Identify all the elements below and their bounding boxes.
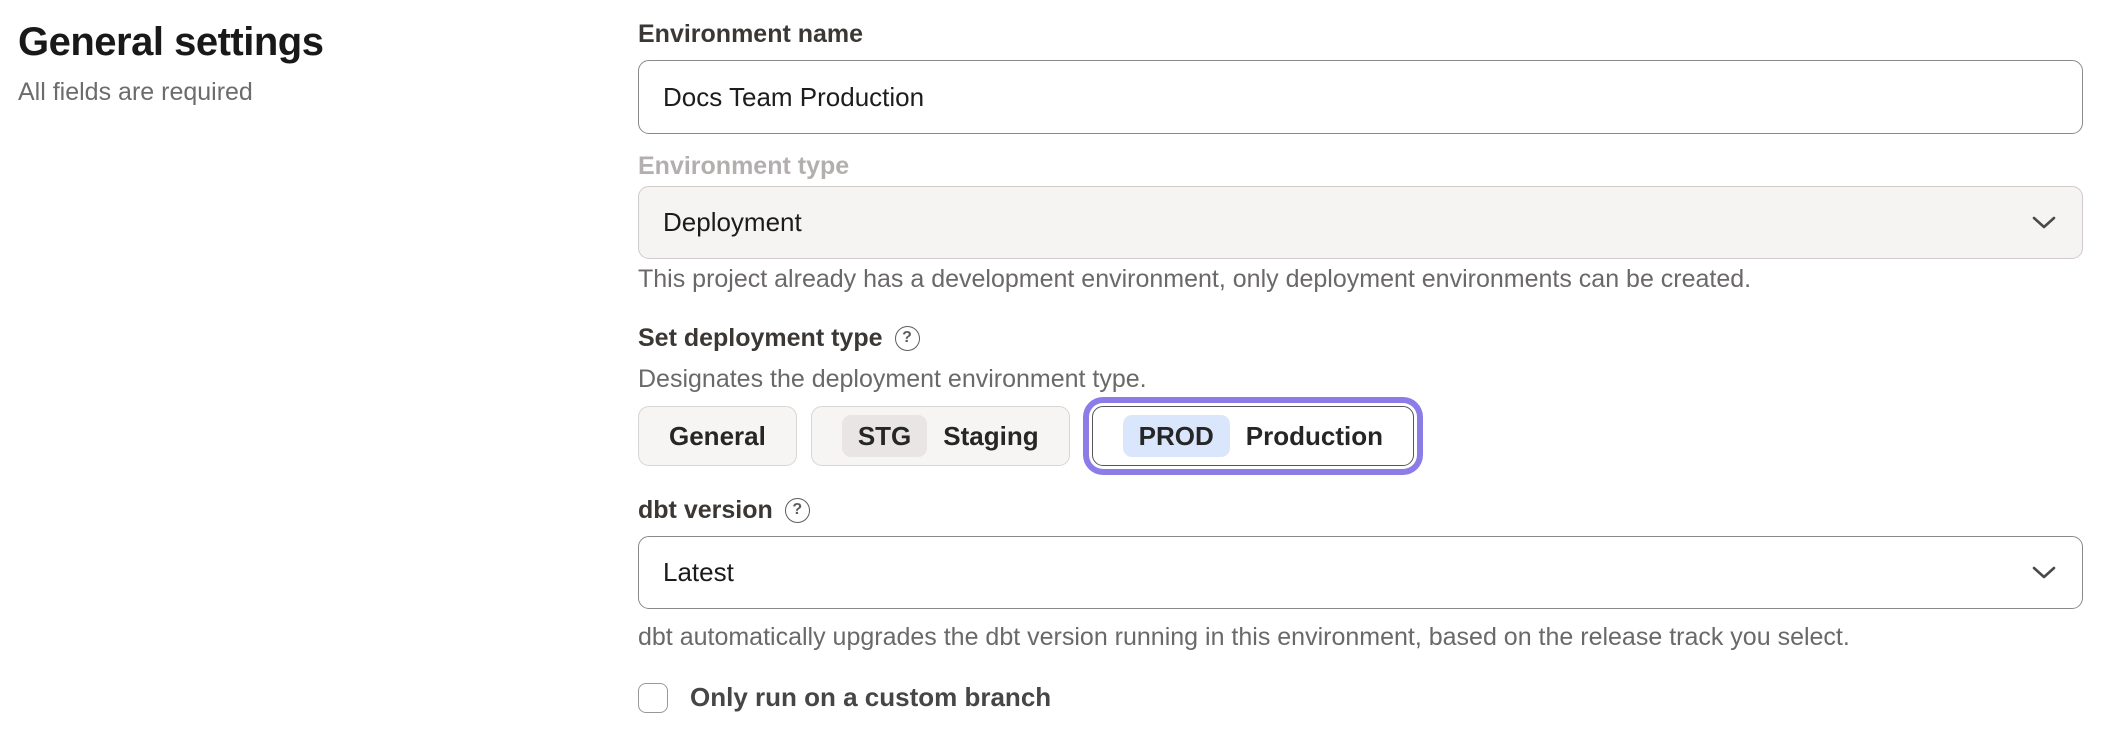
deployment-type-general-button[interactable]: General (638, 406, 797, 466)
chevron-down-icon (2032, 566, 2056, 580)
deployment-type-production-button[interactable]: PROD Production (1092, 406, 1414, 466)
environment-type-select: Deployment (638, 186, 2083, 259)
chevron-down-icon (2032, 216, 2056, 230)
environment-name-label: Environment name (638, 20, 863, 49)
production-badge: PROD (1123, 415, 1230, 457)
dbt-version-label: dbt version (638, 496, 773, 525)
settings-form: Environment name Environment type Deploy… (638, 0, 2083, 742)
dbt-version-label-row: dbt version ? (638, 496, 810, 525)
environment-type-helper: This project already has a development e… (638, 264, 1751, 295)
deployment-type-label: Set deployment type (638, 324, 883, 353)
deployment-type-label-row: Set deployment type ? (638, 324, 920, 353)
environment-type-value: Deployment (663, 207, 802, 238)
deployment-type-staging-button[interactable]: STG Staging (811, 406, 1070, 466)
deployment-type-options: General STG Staging PROD Production (638, 406, 1422, 466)
help-icon[interactable]: ? (785, 498, 810, 523)
production-button-label: Production (1246, 421, 1383, 452)
custom-branch-checkbox[interactable] (638, 683, 668, 713)
settings-header: General settings All fields are required (18, 18, 578, 107)
deployment-type-description: Designates the deployment environment ty… (638, 364, 1147, 395)
general-button-label: General (669, 421, 766, 452)
custom-branch-label: Only run on a custom branch (690, 682, 1051, 713)
environment-type-label: Environment type (638, 152, 849, 181)
page-subtitle: All fields are required (18, 78, 578, 107)
general-settings-page: General settings All fields are required… (0, 0, 2110, 742)
dbt-version-helper: dbt automatically upgrades the dbt versi… (638, 622, 1850, 653)
dbt-version-select[interactable]: Latest (638, 536, 2083, 609)
staging-badge: STG (842, 415, 927, 457)
page-title: General settings (18, 18, 578, 66)
dbt-version-value: Latest (663, 557, 734, 588)
staging-button-label: Staging (943, 421, 1038, 452)
environment-name-input[interactable] (638, 60, 2083, 134)
help-icon[interactable]: ? (895, 326, 920, 351)
custom-branch-row: Only run on a custom branch (638, 682, 1051, 713)
